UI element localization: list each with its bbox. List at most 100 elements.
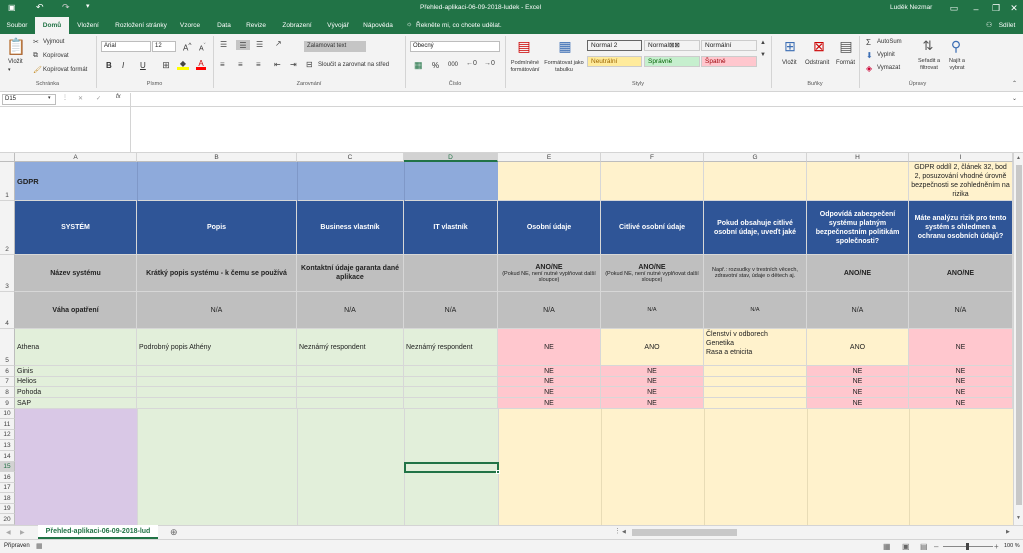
cell-g1[interactable] [704,162,807,201]
expand-formula-bar-icon[interactable]: ⌄ [1012,95,1017,102]
range-a10-a20[interactable] [15,409,137,525]
column-header-h[interactable]: H [807,153,909,162]
cell-d9[interactable] [404,398,498,409]
align-top-icon[interactable]: ☰ [220,40,227,49]
user-name[interactable]: Luděk Nezmar [890,4,932,11]
align-middle-icon[interactable]: ☰ [236,40,250,50]
cell-b3[interactable]: Krátký popis systému - k čemu se používá [137,255,297,292]
cell-i1[interactable]: GDPR oddíl 2, článek 32, bod 2, posuzová… [909,162,1013,201]
align-right-icon[interactable]: ≡ [256,60,261,69]
row-header[interactable]: 15 [0,462,15,472]
normal-view-icon[interactable]: ▦ [883,542,891,551]
cell-i9[interactable]: NE [909,398,1013,409]
share-icon[interactable]: ⚇ [986,21,992,29]
cell-a1[interactable]: GDPR [15,162,498,201]
cell-e2[interactable]: Osobní údaje [498,201,601,255]
split-handle-icon[interactable]: ⋮ [614,527,621,535]
macro-record-icon[interactable]: ▦ [36,542,43,550]
cell-e5[interactable]: NE [498,329,601,366]
autosum-button[interactable]: AutoSum [877,39,902,45]
tab-insert[interactable]: Vložení [72,17,104,34]
cell-h8[interactable]: NE [807,387,909,398]
decrease-decimal-icon[interactable]: →0 [484,60,495,67]
scroll-left-icon[interactable]: ◀ [622,529,626,535]
format-painter-icon[interactable]: 🖌 [33,66,42,74]
cell-c5[interactable]: Neznámý respondent [297,329,404,366]
row-header[interactable]: 16 [0,472,15,483]
italic-button[interactable]: I [122,61,124,70]
row-header[interactable]: 5 [0,329,15,366]
format-as-table-icon[interactable]: ▦ [556,37,574,55]
insert-cells-button[interactable]: Vložit [782,60,797,66]
row-header[interactable]: 2 [0,201,15,255]
cell-f8[interactable]: NE [601,387,704,398]
row-header[interactable]: 20 [0,514,15,525]
cell-f9[interactable]: NE [601,398,704,409]
tab-file[interactable]: Soubor [2,17,32,34]
prev-sheet-icon[interactable]: ◀ [6,529,11,536]
cell-i5[interactable]: NE [909,329,1013,366]
cell-g6[interactable] [704,366,807,377]
format-cells-button[interactable]: Formát [836,60,855,66]
style-normal-custom[interactable]: Normal⊠⊠ [644,40,700,51]
horizontal-scroll-thumb[interactable] [632,529,737,536]
copy-icon[interactable]: ⧉ [33,52,38,60]
font-color-icon[interactable]: A [196,59,206,70]
page-layout-view-icon[interactable]: ▣ [902,542,910,551]
cell-b4[interactable]: N/A [137,292,297,329]
cell-c7[interactable] [297,377,404,387]
cell-a6[interactable]: Ginis [15,366,137,377]
cell-a4[interactable]: Váha opatření [15,292,137,329]
styles-scroll-up-icon[interactable]: ▲ [760,40,766,46]
cell-i3[interactable]: ANO/NE [909,255,1013,292]
cell-h1[interactable] [807,162,909,201]
row-header[interactable]: 9 [0,398,15,409]
cell-f7[interactable]: NE [601,377,704,387]
wrap-text-button[interactable]: Zalamovat text [304,41,366,52]
conditional-formatting-icon[interactable]: ▤ [515,37,533,55]
page-break-view-icon[interactable]: ▤ [920,542,928,551]
font-name-select[interactable]: Arial [101,41,151,52]
cell-e8[interactable]: NE [498,387,601,398]
column-header-e[interactable]: E [498,153,601,162]
cell-h2[interactable]: Odpovídá zabezpečení systému platným bez… [807,201,909,255]
increase-decimal-icon[interactable]: ←0 [466,60,477,67]
zoom-slider-thumb[interactable] [966,543,969,550]
cell-i4[interactable]: N/A [909,292,1013,329]
percent-button[interactable]: % [432,61,439,70]
cell-i2[interactable]: Máte analýzu rizik pro tento systém s oh… [909,201,1013,255]
thousands-button[interactable]: 000 [448,62,458,68]
fill-color-icon[interactable]: ◆ [177,59,189,70]
cell-h6[interactable]: NE [807,366,909,377]
cell-h9[interactable]: NE [807,398,909,409]
align-bottom-icon[interactable]: ☰ [256,40,263,49]
cell-d3[interactable] [404,255,498,292]
row-header[interactable]: 18 [0,493,15,504]
row-header[interactable]: 12 [0,430,15,440]
cut-icon[interactable]: ✂ [33,38,39,46]
cell-d7[interactable] [404,377,498,387]
cell-e3[interactable]: ANO/NE (Pokud NE, není nutné vyplňovat d… [498,255,601,292]
shrink-font-icon[interactable]: Aˇ [199,43,206,52]
tab-help[interactable]: Nápověda [360,17,396,34]
decrease-indent-icon[interactable]: ⇤ [274,60,281,69]
style-neutral[interactable]: Neutrální [587,56,642,67]
vertical-scrollbar[interactable]: ▲ ▼ [1013,153,1023,525]
column-header-g[interactable]: G [704,153,807,162]
cell-d5[interactable]: Neznámý respondent [404,329,498,366]
style-good[interactable]: Správně [644,56,700,67]
zoom-out-icon[interactable]: – [934,542,938,551]
conditional-formatting-button[interactable]: Podmíněné formátování [506,60,544,74]
add-sheet-icon[interactable]: ⊕ [170,527,178,538]
copy-button[interactable]: Kopírovat [43,53,69,59]
select-all-corner[interactable] [0,153,15,162]
insert-cells-icon[interactable]: ⊞ [781,37,799,55]
cell-d8[interactable] [404,387,498,398]
format-cells-icon[interactable]: ▤ [837,37,855,55]
cell-a8[interactable]: Pohoda [15,387,137,398]
row-header[interactable]: 17 [0,483,15,493]
row-header[interactable]: 6 [0,366,15,377]
minimize-icon[interactable]: – [965,0,987,17]
cell-d4[interactable]: N/A [404,292,498,329]
cell-g4[interactable]: N/A [704,292,807,329]
